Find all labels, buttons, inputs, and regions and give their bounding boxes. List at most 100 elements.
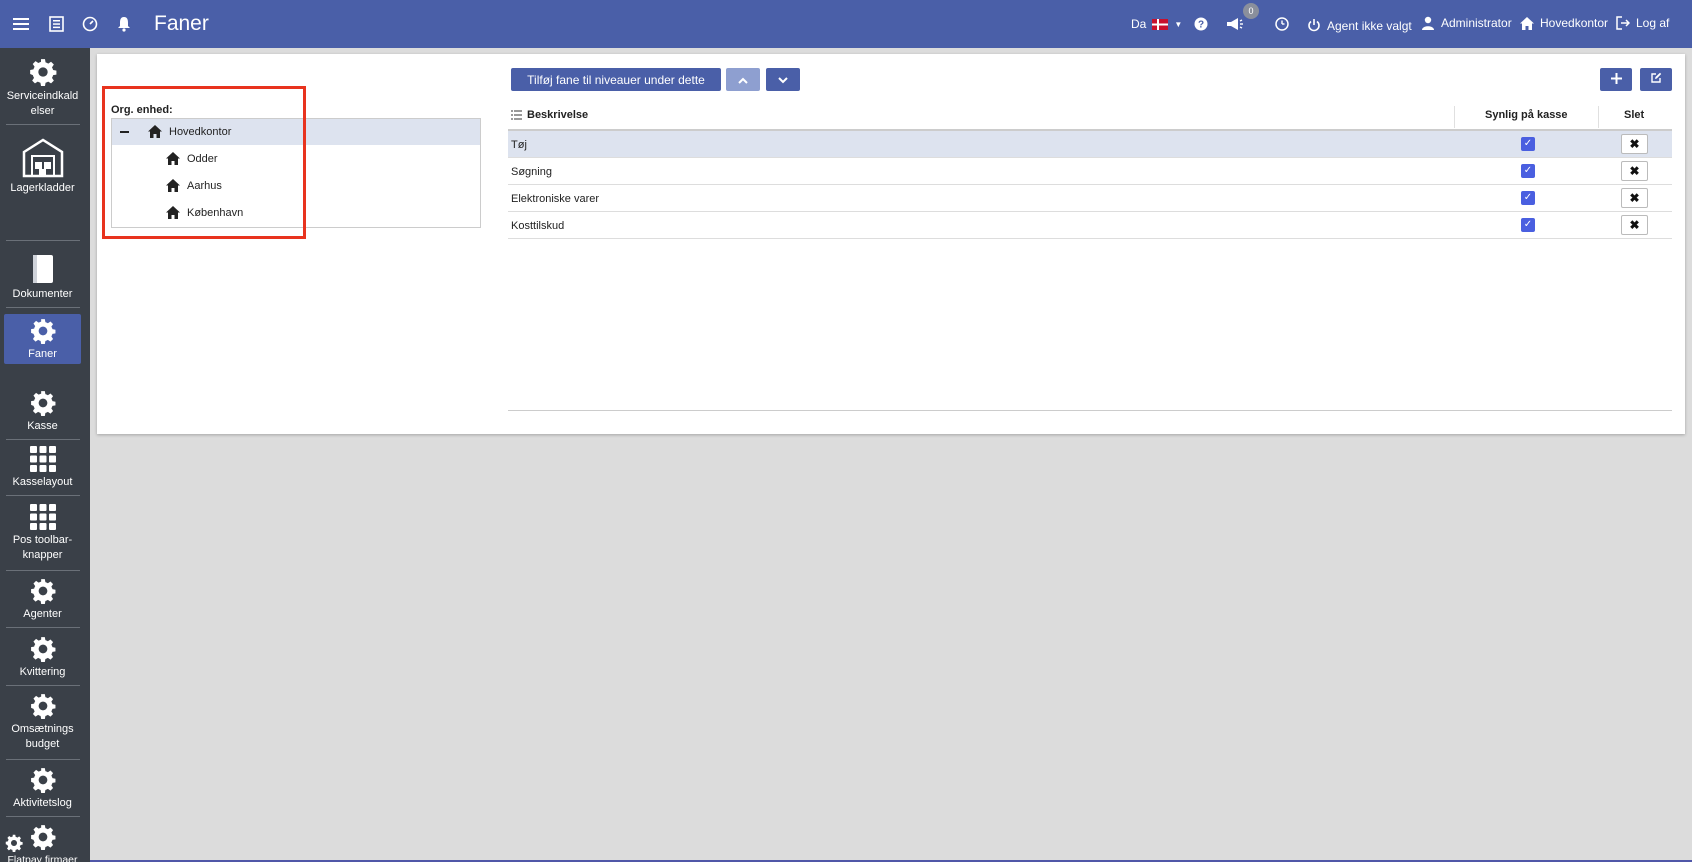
delete-row-button[interactable]: ✖	[1621, 134, 1648, 154]
tree-node-label: København	[187, 207, 244, 219]
megaphone-icon[interactable]	[1225, 14, 1245, 34]
sidebar: Serviceindkald elser Lagerkladder Dokume…	[0, 48, 90, 862]
dashboard-icon[interactable]	[80, 14, 100, 34]
chevron-down-icon	[778, 73, 788, 87]
row-description: Kosttilskud	[511, 220, 565, 232]
sidebar-item-kasse[interactable]: Kasse	[4, 390, 81, 436]
settings-gear-icon[interactable]	[5, 834, 23, 855]
tabs-grid-header: Beskrivelse Synlig på kasse Slet	[508, 103, 1672, 131]
sidebar-item-aktivitetslog[interactable]: Aktivitetslog	[4, 767, 81, 813]
sidebar-item-pos-toolbar-knapper[interactable]: Pos toolbar-knapper	[4, 504, 81, 564]
add-tab-to-levels-button[interactable]: Tilføj fane til niveauer under dette	[511, 68, 721, 91]
user-icon	[1421, 16, 1435, 30]
tree-node-odder[interactable]: Odder	[112, 146, 480, 172]
sidebar-item-label: Omsætnings budget	[11, 723, 74, 750]
tree-node-label: Hovedkontor	[169, 126, 232, 138]
gear-icon	[30, 318, 56, 347]
home-icon	[148, 125, 162, 141]
chevron-up-icon	[738, 73, 748, 87]
home-icon	[166, 152, 180, 168]
close-icon: ✖	[1629, 137, 1640, 151]
edit-button[interactable]	[1640, 68, 1672, 91]
plus-icon	[1610, 72, 1622, 87]
list-view-icon[interactable]	[46, 14, 66, 34]
danish-flag-icon	[1152, 18, 1169, 30]
add-tab-label: Tilføj fane til niveauer under dette	[527, 72, 705, 87]
sidebar-item-label: Aktivitetslog	[13, 797, 72, 809]
tree-node-hovedkontor[interactable]: Hovedkontor	[112, 119, 480, 145]
logout-label: Log af	[1636, 16, 1670, 30]
sidebar-item-label: Serviceindkald elser	[6, 90, 79, 117]
bell-icon[interactable]	[114, 14, 134, 34]
gear-icon	[30, 767, 56, 796]
top-bar: Faner Da ▼ ? 0 Agent ikke valgt Administ…	[0, 0, 1692, 48]
column-header-visible[interactable]: Synlig på kasse	[1485, 109, 1568, 121]
collapse-icon[interactable]	[120, 131, 129, 133]
gear-icon	[29, 58, 57, 89]
sidebar-item-label: Lagerkladder	[10, 182, 75, 194]
visible-checkbox[interactable]: ✓	[1521, 137, 1535, 151]
help-icon[interactable]: ?	[1191, 14, 1211, 34]
sidebar-item-lagerkladder[interactable]: Lagerkladder	[4, 138, 81, 238]
user-menu[interactable]: Administrator	[1421, 16, 1512, 30]
logout-button[interactable]: Log af	[1616, 16, 1669, 30]
sidebar-item-label: Dokumenter	[12, 288, 73, 300]
edit-icon	[1650, 72, 1662, 87]
book-icon	[31, 254, 55, 287]
column-header-description[interactable]: Beskrivelse	[527, 109, 588, 121]
home-icon	[166, 206, 180, 222]
page-title: Faner	[154, 12, 209, 35]
tree-node-aarhus[interactable]: Aarhus	[112, 173, 480, 199]
delete-row-button[interactable]: ✖	[1621, 215, 1648, 235]
table-row[interactable]: Tøj ✓ ✖	[508, 131, 1672, 158]
sidebar-item-label: Faner	[28, 348, 57, 360]
location-label: Hovedkontor	[1540, 16, 1609, 30]
close-icon: ✖	[1629, 218, 1640, 232]
sidebar-item-faner[interactable]: Faner	[4, 314, 81, 364]
sidebar-item-kvittering[interactable]: Kvittering	[4, 636, 81, 682]
visible-checkbox[interactable]: ✓	[1521, 218, 1535, 232]
table-row[interactable]: Elektroniske varer ✓ ✖	[508, 185, 1672, 212]
close-icon: ✖	[1629, 191, 1640, 205]
tree-node-label: Odder	[187, 153, 218, 165]
sidebar-item-label: Kasselayout	[12, 476, 73, 488]
hamburger-menu-icon[interactable]	[11, 14, 31, 34]
add-button[interactable]	[1600, 68, 1632, 91]
table-row[interactable]: Kosttilskud ✓ ✖	[508, 212, 1672, 239]
notification-count-badge: 0	[1243, 3, 1259, 19]
agent-label: Agent ikke valgt	[1327, 19, 1412, 33]
tree-node-koebenhavn[interactable]: København	[112, 200, 480, 226]
sidebar-item-kasselayout[interactable]: Kasselayout	[4, 446, 81, 492]
location-menu[interactable]: Hovedkontor	[1520, 16, 1608, 30]
home-icon	[166, 179, 180, 195]
gear-icon	[30, 824, 56, 853]
column-list-icon	[511, 110, 522, 123]
sidebar-item-omsaetnings-budget[interactable]: Omsætnings budget	[4, 693, 81, 755]
sidebar-item-serviceindkaldelser[interactable]: Serviceindkald elser	[4, 58, 81, 122]
column-header-delete[interactable]: Slet	[1624, 109, 1644, 121]
sidebar-item-dokumenter[interactable]: Dokumenter	[4, 254, 81, 304]
svg-text:?: ?	[1198, 20, 1204, 31]
grid-icon	[29, 504, 56, 533]
caret-down-icon: ▼	[1174, 19, 1183, 29]
delete-row-button[interactable]: ✖	[1621, 188, 1648, 208]
grid-bottom-border	[508, 410, 1672, 411]
sidebar-item-label: Pos toolbar-knapper	[12, 534, 73, 561]
home-icon	[1520, 16, 1534, 30]
sidebar-item-agenter[interactable]: Agenter	[4, 578, 81, 624]
tree-node-label: Aarhus	[187, 180, 222, 192]
gear-icon	[30, 390, 56, 419]
clock-icon[interactable]	[1272, 14, 1292, 34]
agent-selector[interactable]: Agent ikke valgt	[1307, 16, 1412, 33]
user-label: Administrator	[1441, 16, 1512, 30]
table-row[interactable]: Søgning ✓ ✖	[508, 158, 1672, 185]
language-label: Da	[1131, 17, 1147, 31]
move-down-button[interactable]	[766, 68, 800, 91]
delete-row-button[interactable]: ✖	[1621, 161, 1648, 181]
move-up-button[interactable]	[726, 68, 760, 91]
language-selector[interactable]: Da ▼	[1131, 17, 1182, 31]
row-description: Søgning	[511, 166, 552, 178]
visible-checkbox[interactable]: ✓	[1521, 191, 1535, 205]
logout-icon	[1616, 16, 1630, 30]
visible-checkbox[interactable]: ✓	[1521, 164, 1535, 178]
